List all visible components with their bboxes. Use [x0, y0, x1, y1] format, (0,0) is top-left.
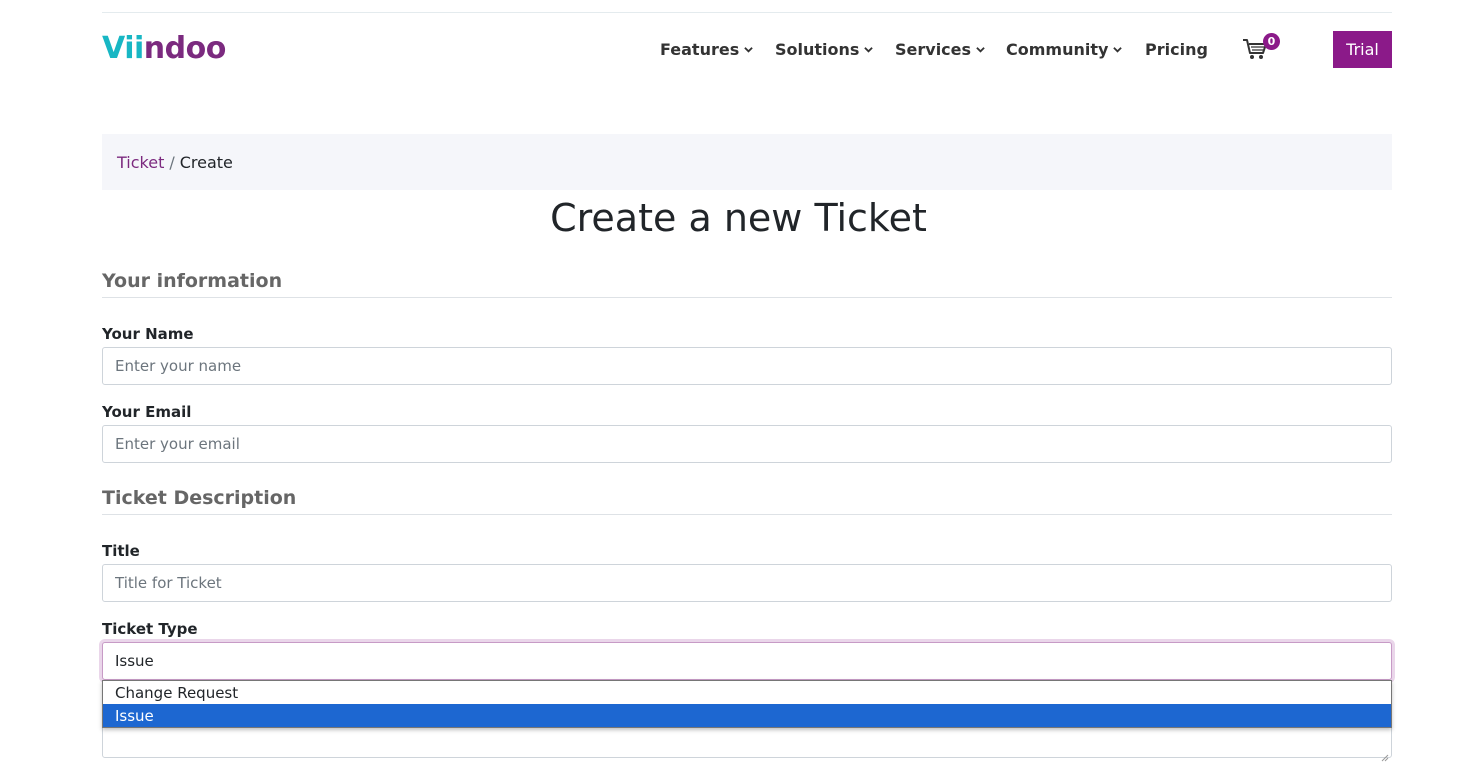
name-input[interactable]	[102, 347, 1392, 385]
ticket-type-value: Issue	[115, 652, 154, 670]
name-label: Your Name	[102, 325, 194, 343]
chevron-down-icon	[744, 45, 753, 54]
chevron-down-icon	[1113, 45, 1123, 54]
chevron-down-icon	[864, 45, 874, 54]
trial-button[interactable]: Trial	[1333, 31, 1392, 68]
ticket-type-label: Ticket Type	[102, 620, 198, 638]
nav-services[interactable]: Services	[895, 30, 985, 68]
breadcrumb-current: Create	[179, 152, 233, 172]
title-label: Title	[102, 542, 140, 560]
nav-features-label: Features	[660, 39, 740, 59]
email-label: Your Email	[102, 403, 192, 421]
breadcrumb-ticket-link[interactable]: Ticket	[117, 153, 164, 172]
email-input[interactable]	[102, 425, 1392, 463]
ticket-type-select[interactable]: Issue	[102, 642, 1392, 680]
chevron-down-icon	[976, 45, 985, 54]
section-your-information: Your information	[102, 270, 1392, 298]
breadcrumb-separator: /	[169, 152, 175, 172]
breadcrumb: Ticket / Create	[102, 134, 1392, 190]
title-input[interactable]	[102, 564, 1392, 602]
viindoo-logo[interactable]: Vii ndoo	[102, 28, 226, 68]
page-title: Create a new Ticket	[550, 196, 927, 240]
logo-text-purple: ndoo	[143, 30, 227, 66]
nav-solutions[interactable]: Solutions	[775, 30, 874, 68]
nav-pricing[interactable]: Pricing	[1145, 30, 1208, 68]
nav-community[interactable]: Community	[1006, 30, 1123, 68]
nav-solutions-label: Solutions	[775, 39, 860, 59]
nav-pricing-label: Pricing	[1145, 39, 1208, 59]
header-divider	[102, 12, 1392, 13]
nav-community-label: Community	[1006, 39, 1109, 59]
nav-features[interactable]: Features	[660, 30, 753, 68]
section-ticket-description: Ticket Description	[102, 487, 1392, 515]
ticket-type-dropdown: Change Request Issue	[102, 680, 1392, 728]
nav-services-label: Services	[895, 39, 972, 59]
option-change-request[interactable]: Change Request	[103, 681, 1391, 704]
option-issue[interactable]: Issue	[103, 704, 1391, 727]
resize-handle-icon[interactable]	[1381, 747, 1389, 762]
cart-count-badge: 0	[1263, 33, 1280, 50]
logo-text-teal: Vii	[102, 30, 144, 66]
